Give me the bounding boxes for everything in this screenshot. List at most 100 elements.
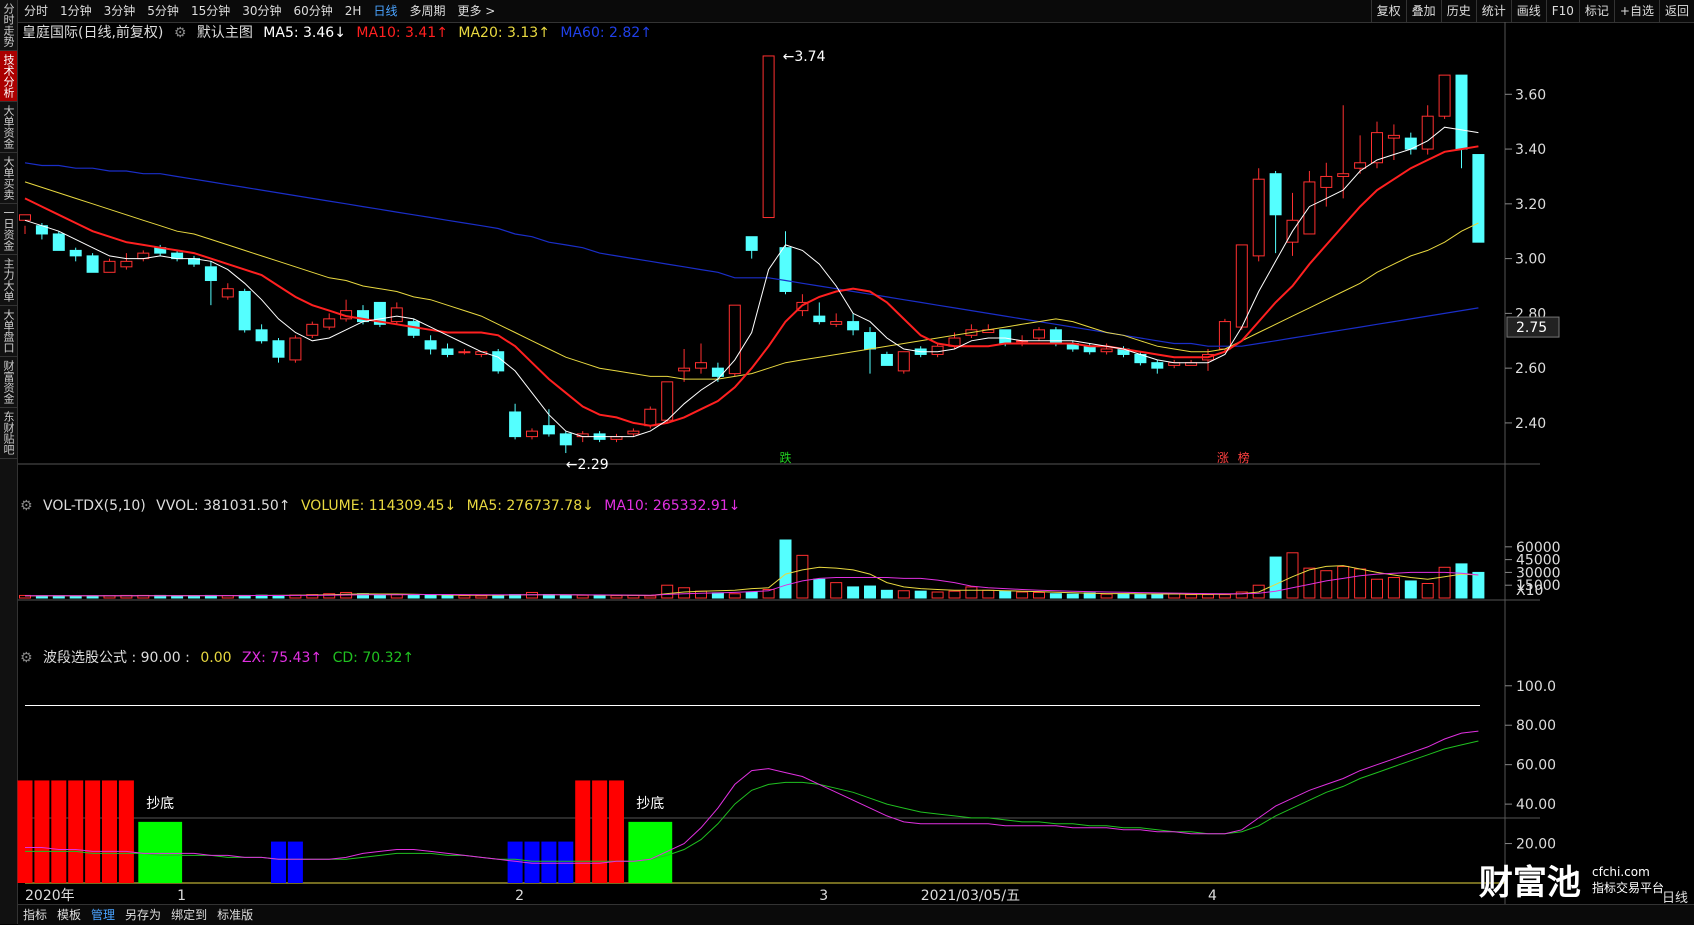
candle-body bbox=[847, 321, 860, 331]
volume-bar bbox=[1202, 594, 1214, 599]
candle-body bbox=[864, 332, 876, 350]
volume-bar bbox=[492, 594, 505, 599]
candle-body bbox=[458, 351, 471, 354]
indicator-tick-label: 60.00 bbox=[1516, 758, 1556, 774]
candle-body bbox=[103, 260, 116, 273]
candle-body bbox=[1421, 115, 1434, 150]
volume-bar bbox=[424, 594, 437, 599]
bottom-tab-3[interactable]: 另存为 bbox=[120, 905, 166, 925]
bottom-tab-1[interactable]: 模板 bbox=[52, 905, 86, 925]
volume-bar bbox=[1371, 578, 1383, 599]
x-axis-label: 2021/03/05/五 bbox=[921, 888, 1020, 904]
volume-bar bbox=[999, 590, 1012, 599]
candle-body bbox=[1337, 173, 1350, 177]
volume-bar bbox=[441, 594, 454, 599]
zx-line bbox=[25, 730, 1479, 864]
candle-body bbox=[86, 255, 99, 273]
volume-bar bbox=[864, 585, 876, 599]
tag-zhang: 涨 bbox=[1217, 450, 1229, 465]
signal-bar bbox=[271, 841, 286, 883]
volume-bar bbox=[1320, 570, 1333, 599]
chart-canvas[interactable]: 3.603.403.203.002.802.602.402.75←3.74←2.… bbox=[0, 0, 1694, 924]
candle-body bbox=[627, 430, 640, 435]
candle-body bbox=[120, 260, 133, 268]
candle-body bbox=[830, 321, 843, 325]
candle-body bbox=[204, 266, 217, 282]
candle-body bbox=[1455, 74, 1468, 150]
candle-body bbox=[999, 329, 1012, 345]
candle-body bbox=[661, 381, 674, 421]
volume-bar bbox=[1472, 571, 1485, 599]
volume-bar bbox=[1337, 565, 1350, 599]
candle-body bbox=[492, 351, 505, 372]
candle-body bbox=[1354, 162, 1367, 169]
volume-bar bbox=[1404, 580, 1417, 599]
volume-bar bbox=[813, 578, 826, 599]
candle-body bbox=[1438, 74, 1451, 117]
volume-bar bbox=[830, 582, 843, 599]
candle-body bbox=[69, 249, 82, 257]
bottom-tab-2[interactable]: 管理 bbox=[86, 905, 120, 925]
price-tick-label: 2.40 bbox=[1515, 416, 1546, 432]
candle-body bbox=[1320, 175, 1333, 188]
candle-body bbox=[931, 345, 944, 355]
candle-body bbox=[728, 304, 741, 375]
candle-body bbox=[1049, 329, 1062, 345]
price-tick-label: 3.40 bbox=[1515, 142, 1546, 158]
volume-bar bbox=[796, 554, 809, 599]
watermark-brand: 财富池 bbox=[1478, 863, 1581, 903]
candle-body bbox=[441, 348, 454, 355]
signal-bar bbox=[287, 841, 303, 883]
x-axis-label: 2020年 bbox=[25, 888, 75, 904]
chaodi-label: 抄底 bbox=[636, 796, 664, 812]
watermark-logo: 财富池 cfchi.com 指标交易平台 bbox=[1479, 855, 1664, 904]
candle-body bbox=[678, 367, 691, 372]
signal-bar bbox=[34, 780, 50, 883]
candle-body bbox=[1033, 329, 1045, 339]
candle-body bbox=[323, 318, 336, 328]
bottom-tabs: 指标 模板 管理 另存为 绑定到 标准版 bbox=[18, 904, 1694, 925]
candle-body bbox=[424, 340, 437, 350]
candle-body bbox=[1387, 134, 1400, 139]
candle-body bbox=[238, 290, 251, 331]
indicator-tick-label: 40.00 bbox=[1516, 797, 1556, 813]
volume-bar bbox=[576, 594, 589, 599]
volume-bar bbox=[1455, 563, 1468, 599]
volume-bar bbox=[948, 590, 961, 599]
signal-bar bbox=[85, 780, 101, 883]
signal-bar bbox=[51, 780, 67, 883]
volume-bar bbox=[1016, 591, 1029, 599]
bottom-tab-5[interactable]: 标准版 bbox=[212, 905, 258, 925]
volume-bar bbox=[1218, 594, 1231, 599]
tag-die: 跌 bbox=[780, 450, 792, 465]
volume-bar bbox=[69, 595, 82, 599]
tag-bang: 榜 bbox=[1238, 450, 1250, 465]
x-axis-label: 2 bbox=[515, 888, 524, 904]
price-tick-label: 3.20 bbox=[1515, 197, 1546, 213]
cd-line bbox=[25, 740, 1479, 862]
candle-body bbox=[1218, 321, 1231, 350]
signal-bar bbox=[592, 780, 608, 883]
indicator-tick-label: 20.00 bbox=[1516, 837, 1556, 853]
volume-bar bbox=[1303, 567, 1316, 599]
volume-bar bbox=[661, 584, 674, 599]
volume-bar bbox=[407, 594, 420, 599]
candle-body bbox=[255, 329, 268, 342]
volume-bar bbox=[1100, 593, 1113, 599]
volume-bar bbox=[847, 586, 860, 599]
candle-body bbox=[1252, 178, 1265, 257]
candle-body bbox=[509, 411, 522, 438]
bottom-tab-4[interactable]: 绑定到 bbox=[166, 905, 212, 925]
x-axis-label: 3 bbox=[819, 888, 828, 904]
volume-bar bbox=[610, 595, 623, 599]
indicator-tick-label: 80.00 bbox=[1516, 718, 1556, 734]
volume-bar bbox=[593, 594, 606, 599]
volume-bar bbox=[475, 595, 488, 599]
volume-bar bbox=[880, 589, 893, 599]
candle-body bbox=[880, 353, 893, 366]
volume-bar bbox=[965, 586, 978, 599]
bottom-tab-0[interactable]: 指标 bbox=[18, 905, 52, 925]
watermark-slogan: 指标交易平台 bbox=[1591, 880, 1664, 895]
volume-bar bbox=[745, 591, 758, 599]
signal-bar bbox=[558, 841, 574, 883]
